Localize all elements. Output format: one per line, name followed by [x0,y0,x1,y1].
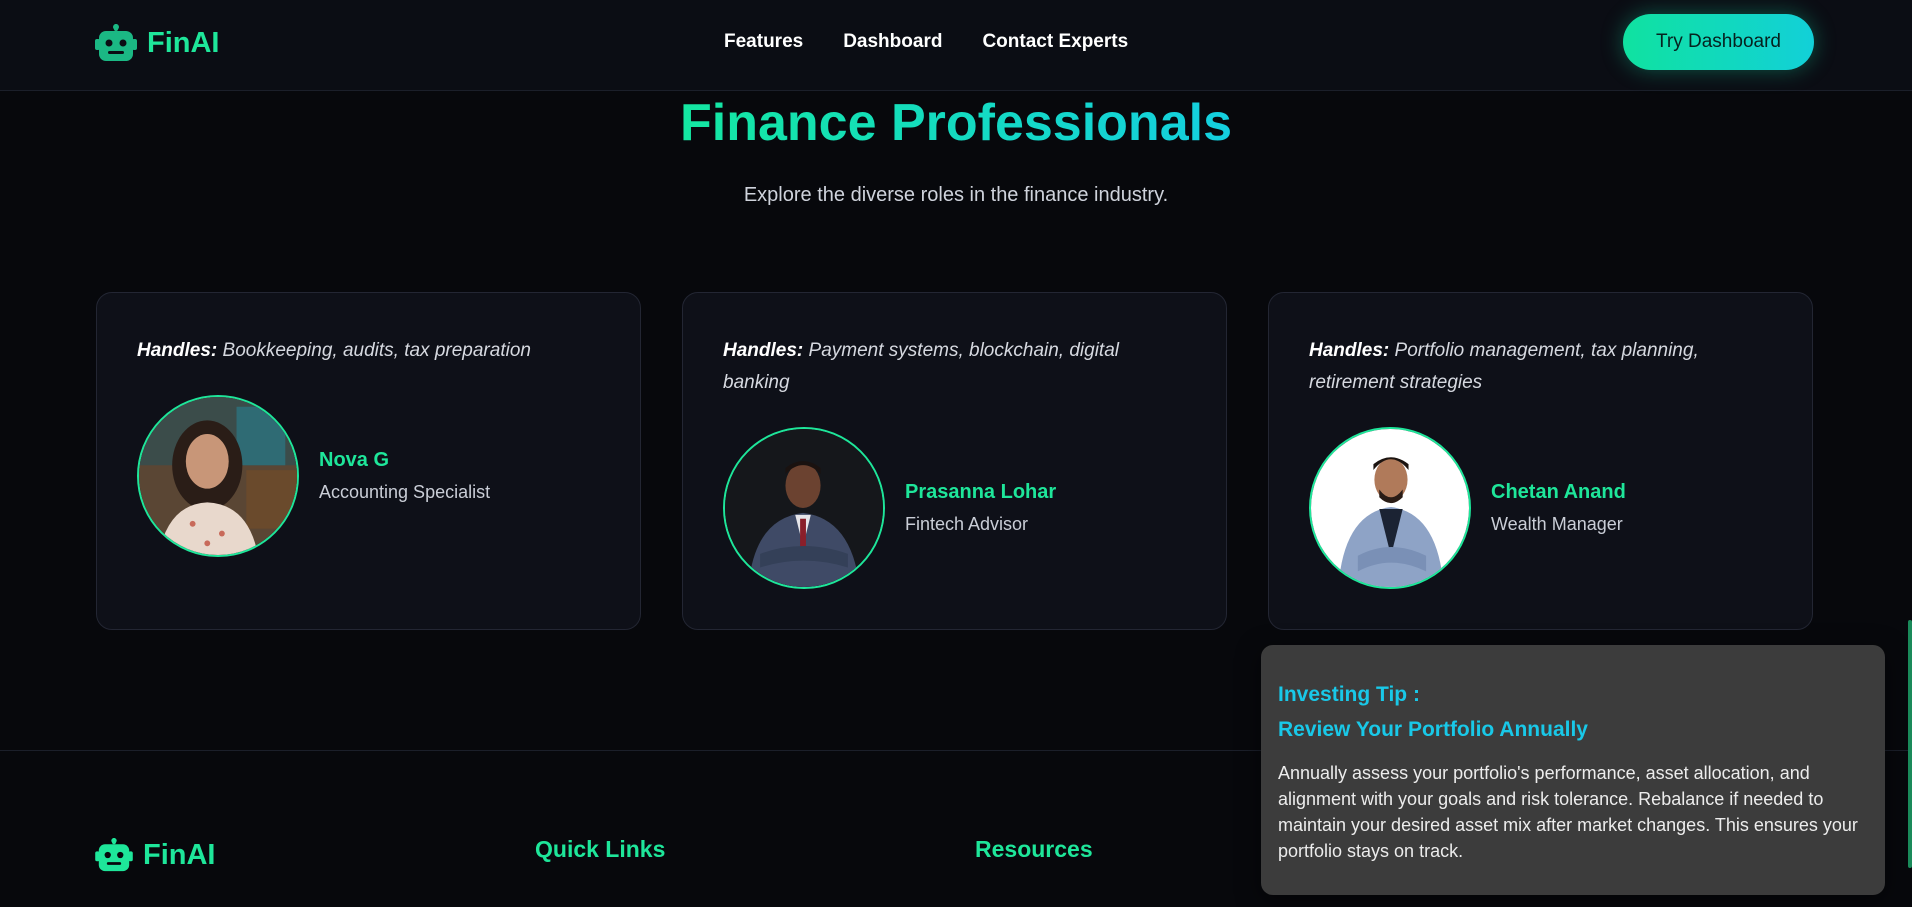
card-handles: Handles: Bookkeeping, audits, tax prepar… [137,335,592,367]
try-dashboard-button[interactable]: Try Dashboard [1623,14,1814,70]
handles-label: Handles: [723,340,804,361]
tip-title: Review Your Portfolio Annually [1278,718,1588,741]
investing-tip-popup[interactable]: Investing Tip : Review Your Portfolio An… [1261,645,1885,895]
main-nav: Features Dashboard Contact Experts [724,31,1128,53]
person-name: Chetan Anand [1491,481,1626,503]
robot-icon [95,24,137,61]
card-handles: Handles: Portfolio management, tax plann… [1309,335,1764,399]
section-subtitle: Explore the diverse roles in the finance… [743,184,1169,206]
person-name: Nova G [319,449,390,471]
scroll-edge-indicator [1908,620,1912,868]
person-info: Prasanna Lohar Fintech Advisor [723,427,1056,589]
person-info: Nova G Accounting Specialist [137,395,490,557]
nav-link-features[interactable]: Features [724,31,803,53]
handles-text: Bookkeeping, audits, tax preparation [222,340,531,361]
brand-name: FinAI [147,26,220,59]
footer-resources-heading: Resources [975,836,1093,862]
top-navbar: FinAI Features Dashboard Contact Experts… [0,0,1912,91]
tip-label: Investing Tip : [1278,683,1420,706]
section-title: Finance Professionals [680,94,1232,152]
footer-brand-logo[interactable]: FinAI [95,838,216,872]
handles-label: Handles: [137,340,218,361]
avatar [137,395,299,557]
footer-brand-name: FinAI [143,838,216,871]
card-handles: Handles: Payment systems, blockchain, di… [723,335,1178,399]
person-role: Wealth Manager [1491,514,1623,534]
person-photo [725,429,883,587]
person-role: Fintech Advisor [905,514,1029,534]
avatar [1309,427,1471,589]
professional-card: Handles: Bookkeeping, audits, tax prepar… [96,292,641,630]
person-info: Chetan Anand Wealth Manager [1309,427,1626,589]
person-photo [1311,429,1469,587]
footer-quick-links-heading: Quick Links [535,836,666,862]
nav-link-dashboard[interactable]: Dashboard [843,31,942,53]
handles-label: Handles: [1309,340,1390,361]
person-photo [139,397,297,555]
avatar [723,427,885,589]
person-text: Chetan Anand Wealth Manager [1491,481,1626,535]
professional-card: Handles: Payment systems, blockchain, di… [682,292,1227,630]
robot-icon [95,838,133,872]
person-text: Nova G Accounting Specialist [319,449,490,503]
person-role: Accounting Specialist [319,482,491,502]
person-text: Prasanna Lohar Fintech Advisor [905,481,1056,535]
brand-logo[interactable]: FinAI [95,22,220,64]
nav-link-contact-experts[interactable]: Contact Experts [982,31,1128,53]
person-name: Prasanna Lohar [905,481,1057,503]
tip-body: Annually assess your portfolio's perform… [1278,763,1858,861]
professional-card: Handles: Portfolio management, tax plann… [1268,292,1813,630]
